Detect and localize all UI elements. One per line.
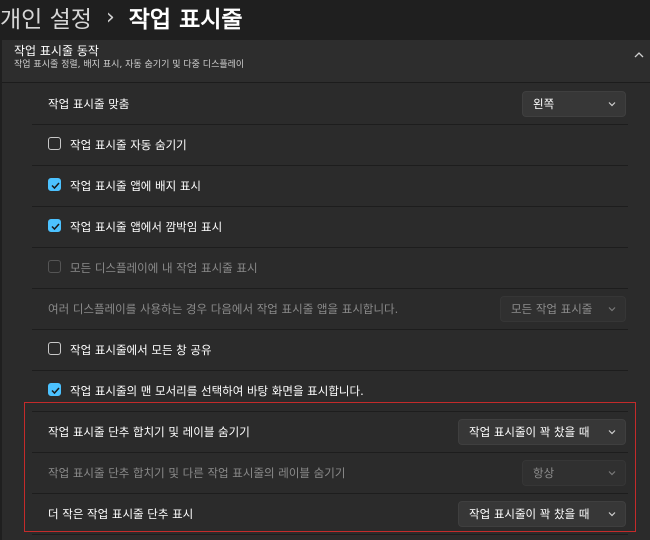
row-corner-show-desktop[interactable]: 작업 표시줄의 맨 모서리를 선택하여 바탕 화면을 표시합니다.	[32, 371, 628, 412]
dropdown-value: 항상	[533, 466, 555, 480]
dropdown-value: 모든 작업 표시줄	[511, 302, 593, 316]
multi-display-dropdown: 모든 작업 표시줄	[500, 296, 626, 322]
chevron-down-icon	[608, 430, 616, 435]
checkmark-icon	[51, 223, 60, 231]
smaller-buttons-dropdown[interactable]: 작업 표시줄이 꽉 찼을 때	[458, 501, 626, 527]
chevron-up-icon[interactable]	[632, 48, 646, 62]
combine-buttons-dropdown[interactable]: 작업 표시줄이 꽉 찼을 때	[458, 419, 626, 445]
auto-hide-checkbox[interactable]	[48, 137, 61, 150]
row-show-flashing[interactable]: 작업 표시줄 앱에서 깜박임 표시	[32, 207, 628, 248]
show-flashing-label: 작업 표시줄 앱에서 깜박임 표시	[70, 220, 223, 234]
share-window-checkbox[interactable]	[48, 342, 61, 355]
all-displays-label: 모든 디스플레이에 내 작업 표시줄 표시	[70, 261, 258, 275]
auto-hide-label: 작업 표시줄 자동 숨기기	[70, 138, 187, 152]
row-share-window[interactable]: 작업 표시줄에서 모든 창 공유	[32, 330, 628, 371]
row-combine-other-taskbars: 작업 표시줄 단추 합치기 및 다른 작업 표시줄의 레이블 숨기기 항상	[32, 453, 628, 494]
row-show-badges[interactable]: 작업 표시줄 앱에 배지 표시	[32, 166, 628, 207]
section-subtitle: 작업 표시줄 정렬, 배지 표시, 자동 숨기기 및 다중 디스플레이	[14, 60, 245, 70]
combine-other-dropdown: 항상	[522, 460, 626, 486]
combine-buttons-label: 작업 표시줄 단추 합치기 및 레이블 숨기기	[48, 425, 250, 439]
taskbar-behaviors-panel: 작업 표시줄 동작 작업 표시줄 정렬, 배지 표시, 자동 숨기기 및 다중 …	[2, 40, 650, 540]
multi-display-label: 여러 디스플레이를 사용하는 경우 다음에서 작업 표시줄 앱을 표시합니다.	[48, 302, 399, 316]
corner-show-desktop-label: 작업 표시줄의 맨 모서리를 선택하여 바탕 화면을 표시합니다.	[70, 384, 364, 398]
chevron-down-icon	[608, 471, 616, 476]
dropdown-value: 작업 표시줄이 꽉 찼을 때	[469, 507, 590, 521]
show-flashing-checkbox[interactable]	[48, 219, 61, 232]
chevron-down-icon	[608, 102, 616, 107]
row-combine-buttons: 작업 표시줄 단추 합치기 및 레이블 숨기기 작업 표시줄이 꽉 찼을 때	[32, 412, 628, 453]
dropdown-value: 작업 표시줄이 꽉 찼을 때	[469, 425, 590, 439]
chevron-down-icon	[608, 512, 616, 517]
row-auto-hide[interactable]: 작업 표시줄 자동 숨기기	[32, 125, 628, 166]
row-smaller-buttons: 더 작은 작업 표시줄 단추 표시 작업 표시줄이 꽉 찼을 때	[32, 494, 628, 535]
dropdown-value: 왼쪽	[533, 97, 555, 111]
share-window-label: 작업 표시줄에서 모든 창 공유	[70, 343, 212, 357]
taskbar-alignment-label: 작업 표시줄 맞춤	[48, 97, 130, 111]
row-taskbar-alignment: 작업 표시줄 맞춤 왼쪽	[32, 84, 628, 125]
breadcrumb: 개인 설정 › 작업 표시줄	[0, 0, 243, 34]
show-badges-checkbox[interactable]	[48, 178, 61, 191]
chevron-down-icon	[608, 307, 616, 312]
smaller-buttons-label: 더 작은 작업 표시줄 단추 표시	[48, 507, 194, 521]
page-title: 작업 표시줄	[128, 7, 243, 33]
taskbar-alignment-dropdown[interactable]: 왼쪽	[522, 91, 626, 117]
all-displays-checkbox	[48, 260, 61, 273]
section-header[interactable]: 작업 표시줄 동작 작업 표시줄 정렬, 배지 표시, 자동 숨기기 및 다중 …	[2, 40, 650, 83]
checkmark-icon	[51, 182, 60, 190]
row-all-displays: 모든 디스플레이에 내 작업 표시줄 표시	[32, 248, 628, 289]
checkmark-icon	[51, 387, 60, 395]
breadcrumb-parent[interactable]: 개인 설정	[0, 0, 92, 34]
combine-other-label: 작업 표시줄 단추 합치기 및 다른 작업 표시줄의 레이블 숨기기	[48, 466, 346, 480]
show-badges-label: 작업 표시줄 앱에 배지 표시	[70, 179, 202, 193]
breadcrumb-separator-icon: ›	[105, 4, 115, 30]
row-multi-display-apps: 여러 디스플레이를 사용하는 경우 다음에서 작업 표시줄 앱을 표시합니다. …	[32, 289, 628, 330]
corner-show-desktop-checkbox[interactable]	[48, 383, 61, 396]
